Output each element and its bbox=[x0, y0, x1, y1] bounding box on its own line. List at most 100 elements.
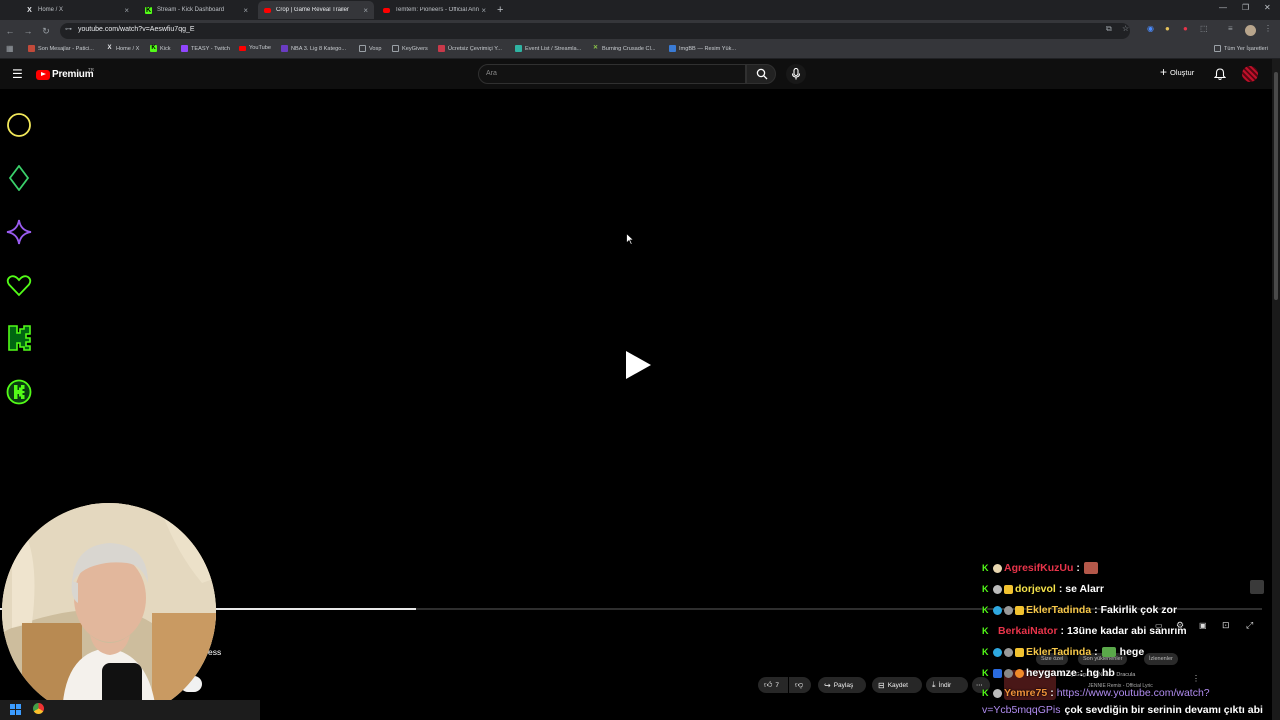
voice-search-button[interactable] bbox=[786, 64, 806, 84]
chat-text: : bbox=[1076, 562, 1080, 574]
tab-label: Temtem: Pioneers - Official Ann bbox=[395, 7, 479, 13]
chat-message: K heygamze : hg hb bbox=[982, 667, 1115, 679]
extension-icon[interactable]: ● bbox=[1183, 24, 1188, 33]
extensions-puzzle-icon[interactable]: ⬚ bbox=[1200, 24, 1208, 33]
apps-grid-icon[interactable]: ▦ bbox=[6, 44, 14, 53]
bookmark-item[interactable]: YouTube bbox=[239, 45, 271, 51]
kick-badge-icon: K bbox=[982, 583, 989, 594]
plus-icon: + bbox=[1160, 65, 1168, 79]
browser-tab-kick[interactable]: K Stream - Kick Dashboard × bbox=[139, 1, 254, 19]
scrollbar-thumb[interactable] bbox=[1274, 72, 1278, 300]
chat-username: BerkaiNator bbox=[998, 625, 1058, 637]
youtube-logo-icon bbox=[264, 7, 271, 13]
play-button-icon[interactable] bbox=[624, 350, 652, 380]
share-button[interactable]: ↪ Paylaş bbox=[818, 677, 866, 693]
heart-outline-icon bbox=[6, 275, 32, 297]
windows-start-icon[interactable] bbox=[10, 704, 21, 715]
all-bookmarks-folder[interactable]: Tüm Yer İşaretleri bbox=[1214, 45, 1268, 52]
webcam-overlay bbox=[2, 503, 216, 720]
reading-list-icon[interactable]: ≡ bbox=[1228, 24, 1233, 33]
notifications-bell-icon[interactable] bbox=[1214, 68, 1226, 81]
browser-tab-temtem[interactable]: Temtem: Pioneers - Official Ann × bbox=[377, 1, 492, 19]
chat-text: çok sevdiğin bir serinin devamı çıktı ab… bbox=[1064, 704, 1263, 716]
dislike-button[interactable]: 👎︎ bbox=[789, 677, 811, 693]
forward-arrow-icon[interactable]: → bbox=[22, 24, 34, 38]
diamond-outline-icon bbox=[8, 165, 30, 191]
chrome-taskbar-icon[interactable] bbox=[33, 703, 44, 714]
cast-icon[interactable]: ⊡ bbox=[1222, 620, 1230, 631]
close-icon[interactable]: × bbox=[363, 6, 368, 15]
kick-badge-icon bbox=[6, 379, 32, 405]
bookmark-item[interactable]: X Home / X bbox=[106, 45, 139, 52]
search-input[interactable] bbox=[478, 64, 746, 84]
minimize-icon[interactable]: — bbox=[1219, 3, 1227, 12]
close-icon[interactable]: × bbox=[243, 6, 248, 15]
chat-message: K EklerTadinda : hege bbox=[982, 646, 1144, 658]
maximize-icon[interactable]: ❐ bbox=[1242, 3, 1249, 12]
rec-menu-icon[interactable]: ⋮ bbox=[1192, 674, 1200, 683]
search-button[interactable] bbox=[746, 64, 776, 84]
bookmark-item[interactable]: KeyGivers bbox=[392, 45, 428, 52]
save-button[interactable]: ⊟ Kaydet bbox=[872, 677, 922, 693]
back-arrow-icon[interactable]: ← bbox=[4, 24, 16, 38]
reload-icon[interactable]: ↻ bbox=[40, 24, 52, 38]
profile-avatar[interactable] bbox=[1245, 25, 1256, 36]
address-bar[interactable] bbox=[60, 23, 1130, 39]
miniplayer-icon[interactable]: ▣ bbox=[1199, 621, 1207, 630]
bookmark-item[interactable]: TEASY - Twitch bbox=[181, 45, 230, 52]
chat-overlay-toggle[interactable] bbox=[1250, 580, 1264, 594]
chat-username: EklerTadinda bbox=[1026, 604, 1092, 616]
like-button[interactable]: 👍︎ 7 bbox=[758, 677, 788, 693]
sparkle-star-icon bbox=[6, 219, 32, 245]
chat-link[interactable]: https://www.youtube.com/watch? bbox=[1057, 687, 1210, 699]
user-badge-icon bbox=[993, 563, 1002, 573]
circle-outline-icon bbox=[7, 113, 31, 137]
extension-icon[interactable]: ◉ bbox=[1147, 24, 1154, 33]
kick-badge-icon: K bbox=[982, 625, 989, 636]
install-app-icon[interactable]: ⧉ bbox=[1106, 24, 1112, 34]
chat-link[interactable]: v=Ycb5mqqGPis bbox=[982, 704, 1061, 716]
chat-username: EklerTadinda bbox=[1026, 646, 1092, 658]
fullscreen-icon[interactable]: ⤢ bbox=[1246, 620, 1253, 631]
user-badge-icon bbox=[1004, 647, 1013, 657]
site-info-icon[interactable]: ⊶ bbox=[65, 25, 72, 33]
youtube-premium-logo[interactable]: Premium bbox=[36, 69, 94, 80]
bookmark-item[interactable]: Ücretsiz Çevrimiçi Y... bbox=[438, 45, 502, 52]
bookmark-star-icon[interactable]: ☆ bbox=[1122, 24, 1129, 33]
new-tab-button[interactable]: + bbox=[497, 3, 503, 17]
close-icon[interactable]: × bbox=[124, 6, 129, 15]
bookmark-item[interactable]: K Kick bbox=[150, 45, 171, 52]
kick-badge-icon: K bbox=[982, 646, 989, 657]
bookmark-item[interactable]: NBA 3. Lig 8 Katego... bbox=[281, 45, 346, 52]
folder-icon bbox=[359, 45, 366, 52]
account-avatar[interactable] bbox=[1242, 66, 1258, 82]
download-button[interactable]: ⤓ İndir bbox=[926, 677, 968, 693]
close-icon[interactable]: × bbox=[481, 6, 486, 15]
url-text[interactable]: youtube.com/watch?v=Aeswfiu7qg_E bbox=[78, 26, 195, 33]
rec-chip[interactable]: İzlenenler bbox=[1144, 653, 1178, 665]
youtube-logo-icon bbox=[36, 69, 50, 80]
user-badge-icon bbox=[1015, 668, 1024, 678]
kick-logo-icon: K bbox=[150, 45, 157, 52]
window-close-icon[interactable]: ✕ bbox=[1264, 3, 1271, 12]
folder-icon bbox=[1214, 45, 1221, 52]
hamburger-menu-icon[interactable]: ☰ bbox=[12, 68, 23, 80]
bookmark-icon: ⊟ bbox=[878, 680, 885, 690]
browser-tab-x[interactable]: X Home / X × bbox=[20, 1, 135, 19]
browser-tab-youtube-active[interactable]: Crop | Game Reveal Trailer × bbox=[258, 1, 374, 19]
create-button[interactable]: + Oluştur bbox=[1160, 65, 1194, 79]
chat-text: hege bbox=[1119, 646, 1145, 658]
bookmark-item[interactable]: ImgBB — Resim Yük... bbox=[669, 45, 736, 52]
bookmark-item[interactable]: Son Mesajlar - Patici... bbox=[28, 45, 94, 52]
download-icon: ⤓ bbox=[932, 680, 936, 689]
sub-badge-icon bbox=[1015, 605, 1024, 615]
bookmark-item[interactable]: Vosp bbox=[359, 45, 381, 52]
bookmark-item[interactable]: Event List / Streamla... bbox=[515, 45, 581, 52]
kebab-menu-icon[interactable]: ⋮ bbox=[1264, 24, 1272, 33]
video-title: ess bbox=[208, 647, 222, 657]
bookmark-favicon-icon bbox=[28, 45, 35, 52]
extension-icon[interactable]: ● bbox=[1165, 24, 1170, 33]
bookmark-favicon-icon bbox=[515, 45, 522, 52]
bookmark-item[interactable]: ✕ Burning Crusade Cl... bbox=[592, 45, 656, 52]
x-logo-icon: X bbox=[107, 45, 112, 51]
